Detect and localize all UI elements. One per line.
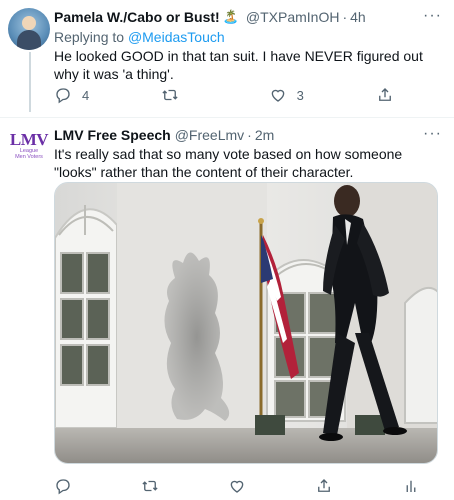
reply-icon [56,479,70,495]
tweet-actions [54,477,420,495]
reply-button[interactable] [54,477,104,495]
user-handle[interactable]: @FreeLmv [175,126,244,144]
display-name[interactable]: Pamela W./Cabo or Bust! [54,8,220,26]
separator: · [247,127,252,143]
island-emoji: 🏝️ [222,9,239,24]
like-icon [230,480,244,493]
like-icon [271,89,284,102]
share-button[interactable] [376,86,394,104]
photo-rose-garden-walk [55,183,437,463]
share-button[interactable] [315,477,365,495]
analytics-button[interactable] [402,477,420,495]
avatar-lmv-logo[interactable]: LMV League Men Voters [8,126,50,168]
more-options-icon[interactable]: ··· [423,126,442,142]
display-name[interactable]: LMV Free Speech [54,126,171,144]
mention-link[interactable]: @MeidasTouch [128,29,225,45]
reply-count: 4 [82,87,90,103]
retweet-button[interactable] [141,477,191,495]
share-icon [318,479,330,492]
reply-icon [56,88,70,104]
user-handle[interactable]: @TXPamInOH [246,8,340,26]
avatar[interactable] [8,8,50,50]
like-button[interactable]: 3 [269,86,319,104]
analytics-icon [406,480,416,492]
retweet-button[interactable] [161,86,211,104]
avatar-logo-text: LMV [9,130,49,149]
share-icon [379,88,391,101]
more-options-icon[interactable]: ··· [423,8,442,24]
retweet-icon [162,89,178,101]
separator: · [342,9,348,25]
like-count: 3 [296,87,304,103]
like-button[interactable] [228,477,278,495]
tweet-text: It's really sad that so many vote based … [54,146,403,180]
timestamp[interactable]: 2m [255,126,274,144]
tweet-actions: 4 3 [54,86,394,104]
tweet-photo[interactable] [54,182,438,464]
timestamp[interactable]: 4h [350,8,366,26]
thread-connector [29,52,31,112]
reply-button[interactable]: 4 [54,86,104,104]
retweet-icon [142,480,158,492]
tweet-pamela[interactable]: Pamela W./Cabo or Bust! 🏝️ @TXPamInOH · … [0,0,454,117]
replying-to: Replying to @MeidasTouch [54,29,225,45]
tweet-lmv[interactable]: LMV League Men Voters LMV Free Speech @F… [0,117,454,500]
tweet-text: He looked GOOD in that tan suit. I have … [54,48,423,82]
